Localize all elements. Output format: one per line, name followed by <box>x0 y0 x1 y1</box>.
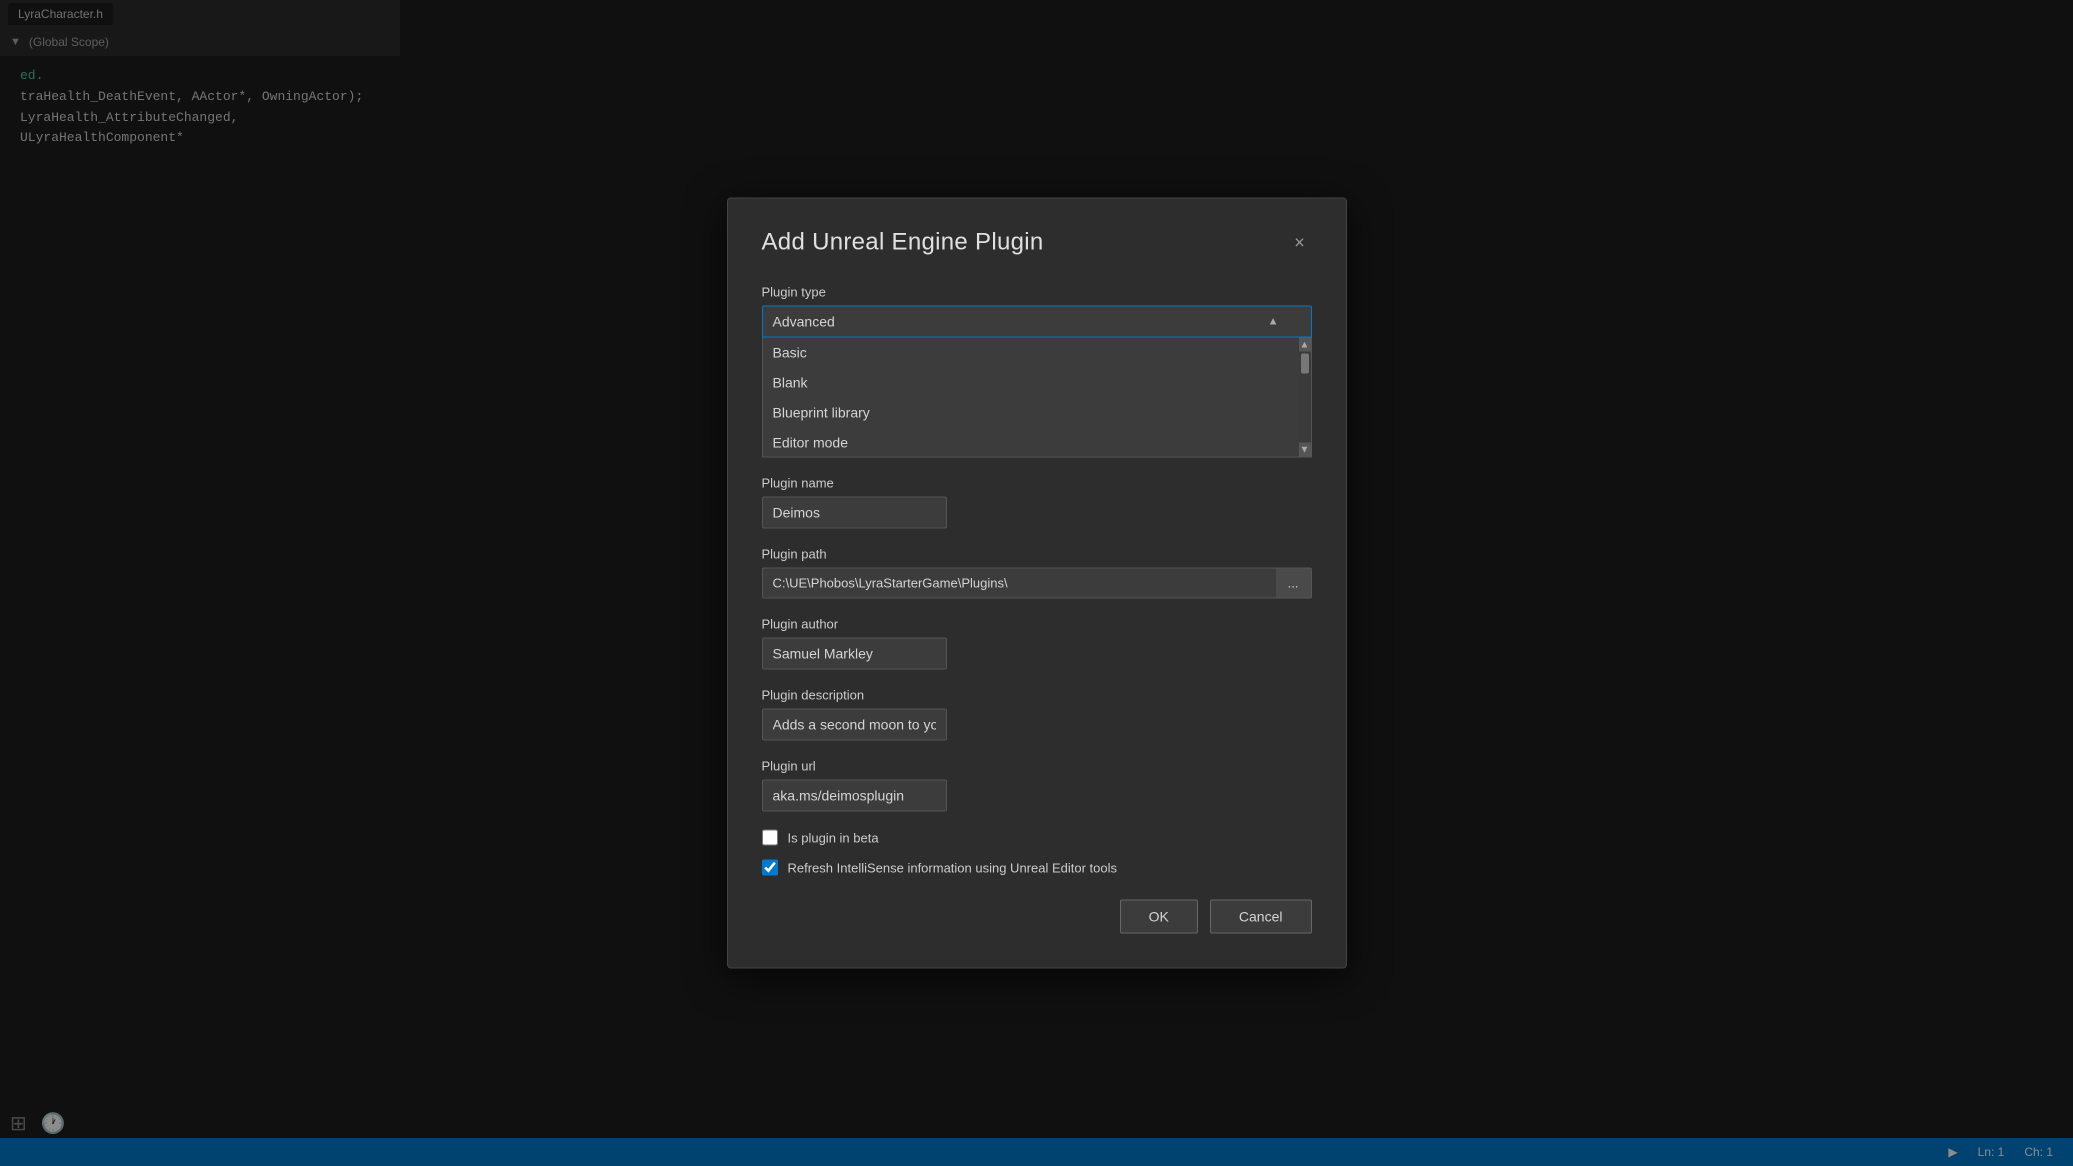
plugin-author-label: Plugin author <box>762 617 1312 632</box>
plugin-type-dropdown[interactable]: Advanced ▲ Basic Blank Blueprint library… <box>762 306 1312 458</box>
dialog-header: Add Unreal Engine Plugin × <box>762 229 1312 257</box>
plugin-author-input[interactable] <box>762 638 947 670</box>
plugin-url-input[interactable] <box>762 780 947 812</box>
is-beta-row: Is plugin in beta <box>762 830 1312 846</box>
plugin-path-browse-button[interactable]: ... <box>1276 568 1312 599</box>
selected-option-text: Advanced <box>773 314 835 330</box>
plugin-type-group: Plugin type Advanced ▲ Basic Blank Bluep… <box>762 285 1312 458</box>
option-basic[interactable]: Basic <box>763 338 1311 368</box>
scroll-down-arrow[interactable]: ▼ <box>1299 443 1311 457</box>
plugin-name-label: Plugin name <box>762 476 1312 491</box>
is-beta-label: Is plugin in beta <box>788 830 879 845</box>
dropdown-scrollbar[interactable]: ▲ ▼ <box>1299 338 1311 457</box>
plugin-type-options-list[interactable]: Basic Blank Blueprint library Editor mod… <box>762 338 1312 458</box>
plugin-url-label: Plugin url <box>762 759 1312 774</box>
plugin-path-label: Plugin path <box>762 547 1312 562</box>
scroll-thumb <box>1301 354 1309 374</box>
dropdown-scroll-indicator: ▲ <box>1268 316 1279 328</box>
plugin-description-group: Plugin description <box>762 688 1312 741</box>
plugin-name-group: Plugin name <box>762 476 1312 529</box>
option-blank[interactable]: Blank <box>763 368 1311 398</box>
plugin-author-group: Plugin author <box>762 617 1312 670</box>
plugin-path-row: ... <box>762 568 1312 599</box>
dropdown-selected-value[interactable]: Advanced ▲ <box>762 306 1312 338</box>
option-editor-mode[interactable]: Editor mode <box>763 428 1311 458</box>
plugin-type-label: Plugin type <box>762 285 1312 300</box>
plugin-name-input[interactable] <box>762 497 947 529</box>
cancel-button[interactable]: Cancel <box>1210 900 1312 934</box>
refresh-intellisense-row: Refresh IntelliSense information using U… <box>762 860 1312 876</box>
plugin-url-group: Plugin url <box>762 759 1312 812</box>
refresh-intellisense-checkbox[interactable] <box>762 860 778 876</box>
scroll-up-arrow[interactable]: ▲ <box>1299 338 1311 352</box>
is-beta-checkbox[interactable] <box>762 830 778 846</box>
add-plugin-dialog: Add Unreal Engine Plugin × Plugin type A… <box>727 198 1347 969</box>
close-button[interactable]: × <box>1288 231 1312 255</box>
option-blueprint-library[interactable]: Blueprint library <box>763 398 1311 428</box>
refresh-intellisense-label: Refresh IntelliSense information using U… <box>788 860 1118 875</box>
plugin-description-label: Plugin description <box>762 688 1312 703</box>
plugin-path-input[interactable] <box>762 568 1276 599</box>
ok-button[interactable]: OK <box>1120 900 1198 934</box>
plugin-description-input[interactable] <box>762 709 947 741</box>
dialog-footer: OK Cancel <box>762 900 1312 934</box>
dialog-title: Add Unreal Engine Plugin <box>762 229 1044 257</box>
plugin-path-group: Plugin path ... <box>762 547 1312 599</box>
